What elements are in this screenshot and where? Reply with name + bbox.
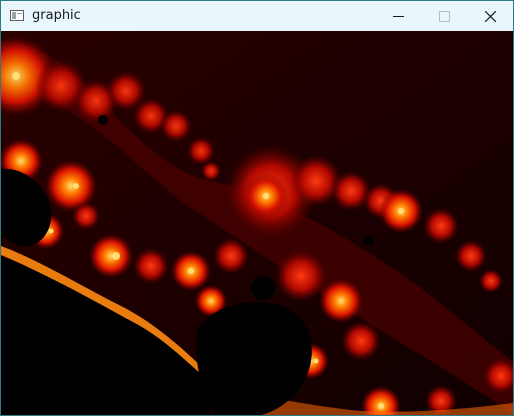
app-window: graphic [0,0,514,416]
minimize-button[interactable] [375,1,421,31]
window-title: graphic [32,8,81,23]
fractal-image [1,31,513,415]
fractal-canvas[interactable] [1,31,513,415]
title-bar[interactable]: graphic [1,1,513,31]
minimize-icon [393,16,404,17]
close-icon [485,11,496,22]
close-button[interactable] [467,1,513,31]
maximize-icon [439,11,450,22]
app-window-icon [10,10,24,21]
maximize-button[interactable] [421,1,467,31]
